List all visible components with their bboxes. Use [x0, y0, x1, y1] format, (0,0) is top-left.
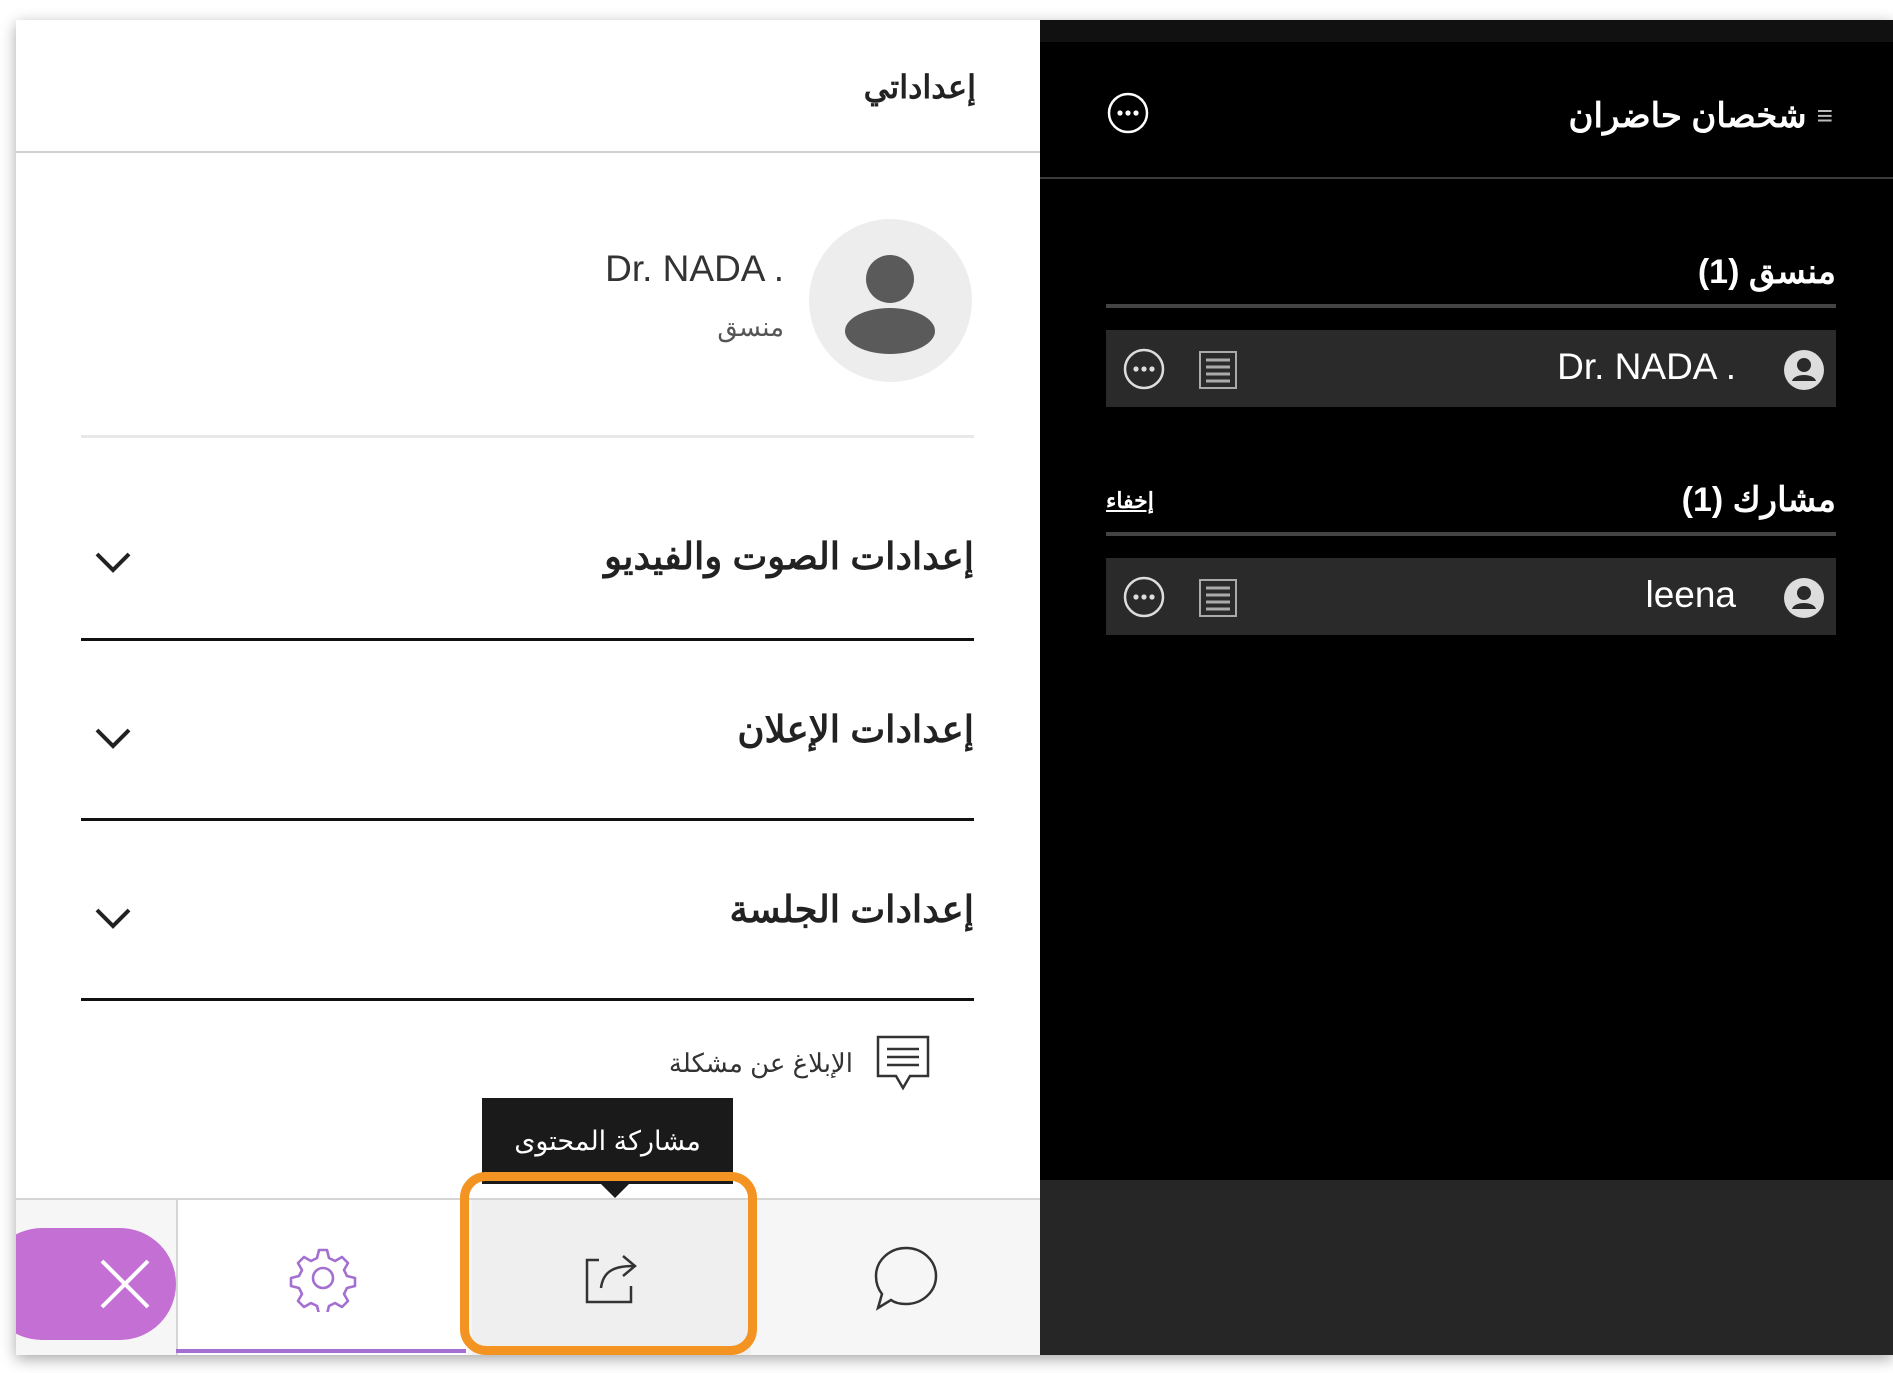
tab-settings[interactable] — [176, 1200, 468, 1355]
section-label: إعدادات الصوت والفيديو — [604, 536, 974, 577]
section-label: إعدادات الجلسة — [729, 889, 974, 930]
settings-header: إعداداتي — [16, 20, 1040, 153]
page-title: إعداداتي — [863, 69, 976, 105]
divider — [1106, 304, 1836, 308]
attendee-name: Dr. NADA . — [1557, 346, 1736, 387]
participant-group-label: مشارك (1) — [1681, 481, 1836, 519]
details-icon[interactable] — [1198, 578, 1238, 618]
more-options-icon[interactable] — [1122, 347, 1166, 391]
attendees-title: ≡ شخصان حاضران — [1569, 96, 1833, 136]
attendees-count: شخصان حاضران — [1568, 97, 1807, 135]
divider — [1106, 532, 1836, 536]
session-settings[interactable]: إعدادات الجلسة — [81, 820, 974, 1001]
more-options-icon[interactable] — [1106, 91, 1150, 135]
gear-icon — [289, 1248, 357, 1312]
avatar — [809, 219, 972, 382]
audio-video-settings[interactable]: إعدادات الصوت والفيديو — [81, 460, 974, 641]
chevron-down-icon — [95, 728, 131, 749]
menu-icon: ≡ — [1816, 100, 1833, 131]
user-name: Dr. NADA . — [605, 248, 784, 289]
user-avatar-icon — [1784, 578, 1824, 618]
section-label: إعدادات الإعلان — [737, 709, 974, 750]
chevron-down-icon — [95, 552, 131, 573]
chevron-down-icon — [95, 908, 131, 929]
settings-panel: إعداداتي Dr. NADA . منسق إعدادات الصوت و… — [16, 20, 1040, 1355]
active-tab-indicator — [176, 1349, 466, 1353]
report-issue-link[interactable]: الإبلاغ عن مشكلة — [669, 1033, 931, 1093]
attendees-footer — [1040, 1180, 1893, 1355]
details-icon[interactable] — [1198, 350, 1238, 390]
user-avatar-icon — [1784, 350, 1824, 390]
attendee-row[interactable]: Dr. NADA . — [1106, 330, 1836, 407]
notification-settings[interactable]: إعدادات الإعلان — [81, 640, 974, 821]
hide-link[interactable]: إخفاء — [1106, 488, 1154, 514]
divider — [1040, 177, 1893, 179]
chat-icon — [874, 1246, 938, 1311]
person-icon — [845, 255, 935, 354]
attendees-panel: ≡ شخصان حاضران منسق (1) Dr. NADA . مشارك… — [1040, 20, 1893, 1355]
close-button[interactable] — [16, 1228, 176, 1340]
divider — [81, 435, 974, 438]
tab-chat[interactable] — [776, 1200, 1036, 1355]
highlight-box — [460, 1172, 757, 1355]
attendee-name: leena — [1645, 574, 1736, 615]
close-icon — [100, 1259, 150, 1309]
user-role: منسق — [717, 312, 784, 342]
more-options-icon[interactable] — [1122, 575, 1166, 619]
report-issue-label: الإبلاغ عن مشكلة — [668, 1047, 853, 1078]
moderator-group-label: منسق (1) — [1697, 253, 1836, 291]
feedback-icon — [876, 1035, 930, 1091]
app-window: إعداداتي Dr. NADA . منسق إعدادات الصوت و… — [16, 20, 1893, 1355]
top-strip — [1040, 20, 1893, 42]
attendee-row[interactable]: leena — [1106, 558, 1836, 635]
